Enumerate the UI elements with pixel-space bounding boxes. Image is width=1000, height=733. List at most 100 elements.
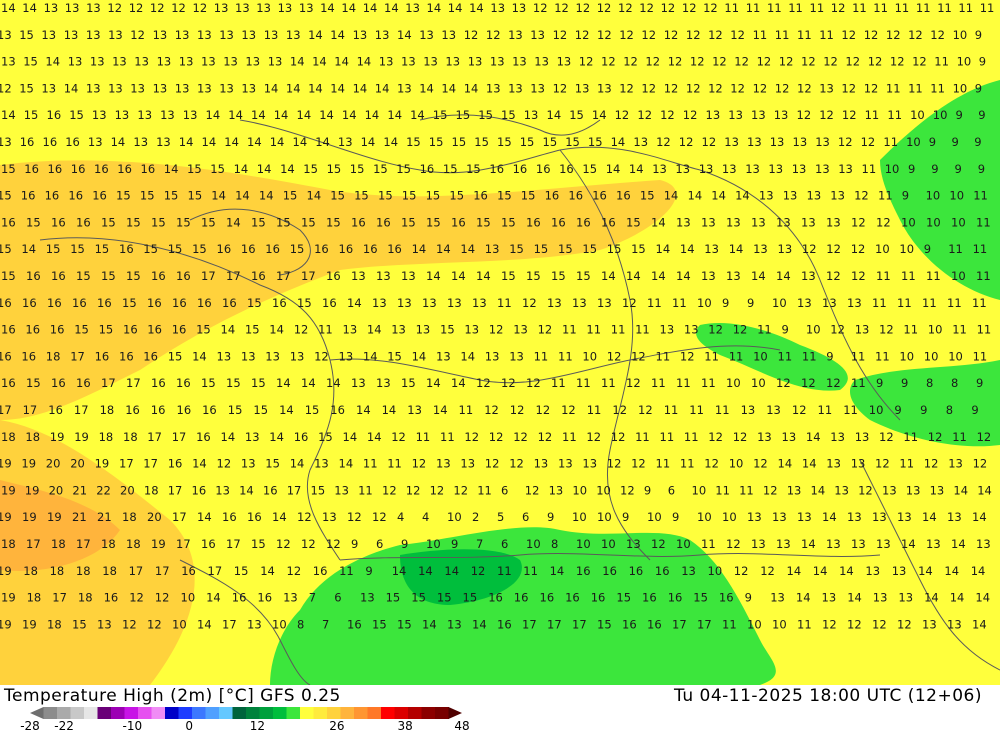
temperature-value: 16 [241, 242, 256, 256]
temperature-value: 10 [692, 483, 707, 497]
temperature-value: 13 [855, 430, 870, 444]
temperature-value: 15 [426, 189, 441, 203]
temperature-value: 11 [926, 269, 941, 283]
temperature-value: 12 [822, 617, 837, 631]
temperature-value: 16 [622, 617, 637, 631]
legend-swatch [219, 707, 233, 719]
temperature-value: 15 [228, 403, 243, 417]
temperature-value: 11 [497, 564, 512, 578]
temperature-value: 9 [924, 242, 931, 256]
temperature-value: 11 [958, 1, 973, 15]
temperature-value: 13 [375, 28, 390, 42]
temperature-value: 11 [876, 269, 891, 283]
temperature-value: 14 [274, 108, 289, 122]
temperature-value: 12 [641, 81, 656, 95]
legend-swatch [84, 707, 98, 719]
temperature-value: 12 [792, 403, 807, 417]
temperature-value: 13 [558, 457, 573, 471]
temperature-value: 16 [104, 591, 119, 605]
temperature-value: 13 [751, 108, 766, 122]
temperature-value: 17 [572, 617, 587, 631]
temperature-value: 13 [793, 135, 808, 149]
temperature-value: 13 [485, 242, 500, 256]
temperature-value: 12 [733, 323, 748, 337]
temperature-value: 14 [626, 269, 641, 283]
temperature-value: 8 [551, 537, 558, 551]
temperature-value: 12 [819, 108, 834, 122]
temperature-value: 9 [976, 376, 983, 390]
temperature-value: 11 [887, 108, 902, 122]
temperature-value: 11 [729, 349, 744, 363]
temperature-value: 15 [401, 215, 416, 229]
temperature-value: 9 [401, 537, 408, 551]
temperature-value: 17 [547, 617, 562, 631]
temperature-value: 10 [926, 189, 941, 203]
temperature-value: 13 [557, 55, 572, 69]
temperature-value: 10 [948, 349, 963, 363]
temperature-value: 13 [0, 28, 12, 42]
temperature-value: 13 [353, 28, 368, 42]
temperature-value: 12 [129, 1, 144, 15]
temperature-value: 13 [926, 537, 941, 551]
temperature-value: 14 [944, 564, 959, 578]
temperature-value: 10 [933, 108, 948, 122]
temperature-value: 16 [45, 189, 60, 203]
temperature-value: 15 [354, 189, 369, 203]
temperature-value: 14 [441, 81, 456, 95]
temperature-value: 15 [318, 430, 333, 444]
temperature-value: 15 [69, 108, 84, 122]
temperature-value: 12 [656, 135, 671, 149]
temperature-value: 17 [176, 537, 191, 551]
temperature-value: 12 [638, 403, 653, 417]
temperature-value: 16 [551, 215, 566, 229]
temperature-value: 14 [264, 81, 279, 95]
temperature-value: 16 [616, 189, 631, 203]
temperature-value: 15 [640, 189, 655, 203]
temperature-value: 19 [95, 457, 110, 471]
temperature-value: 16 [68, 189, 83, 203]
temperature-value: 15 [99, 323, 114, 337]
temperature-value: 13 [268, 55, 283, 69]
temperature-value: 13 [801, 215, 816, 229]
temperature-value: 12 [801, 376, 816, 390]
temperature-value: 16 [97, 296, 112, 310]
temperature-value: 13 [44, 1, 59, 15]
temperature-value: 12 [826, 269, 841, 283]
temperature-value: 11 [797, 617, 812, 631]
temperature-value: 9 [622, 510, 629, 524]
temperature-value: 16 [22, 296, 37, 310]
temperature-value: 11 [635, 430, 650, 444]
temperature-value: 15 [1, 269, 16, 283]
temperature-value: 11 [684, 430, 699, 444]
temperature-value: 16 [592, 189, 607, 203]
temperature-value: 14 [953, 483, 968, 497]
temperature-value: 21 [72, 510, 87, 524]
temperature-value: 15 [210, 162, 225, 176]
temperature-value: 14 [363, 349, 378, 363]
legend-swatch [259, 707, 274, 719]
temperature-value: 7 [476, 537, 483, 551]
temperature-value: 12 [686, 81, 701, 95]
temperature-value: 16 [451, 215, 466, 229]
temperature-value: 12 [107, 1, 122, 15]
temperature-value: 14 [397, 28, 412, 42]
temperature-value: 15 [290, 242, 305, 256]
temperature-value: 14 [801, 537, 816, 551]
temperature-value: 15 [19, 28, 34, 42]
temperature-value: 12 [841, 28, 856, 42]
temperature-value: 14 [656, 242, 671, 256]
temperature-value: 11 [778, 349, 793, 363]
temperature-value: 12 [597, 28, 612, 42]
temperature-value: 13 [772, 510, 787, 524]
temperature-value: 19 [1, 591, 16, 605]
temperature-value: 13 [826, 215, 841, 229]
temperature-value: 10 [772, 617, 787, 631]
temperature-value: 11 [952, 430, 967, 444]
temperature-value: 12 [668, 55, 683, 69]
temperature-value: 13 [156, 135, 171, 149]
temperature-value: 17 [119, 457, 134, 471]
temperature-value: 16 [602, 564, 617, 578]
temperature-value: 4 [397, 510, 404, 524]
temperature-value: 13 [626, 537, 641, 551]
temperature-value: 17 [522, 617, 537, 631]
